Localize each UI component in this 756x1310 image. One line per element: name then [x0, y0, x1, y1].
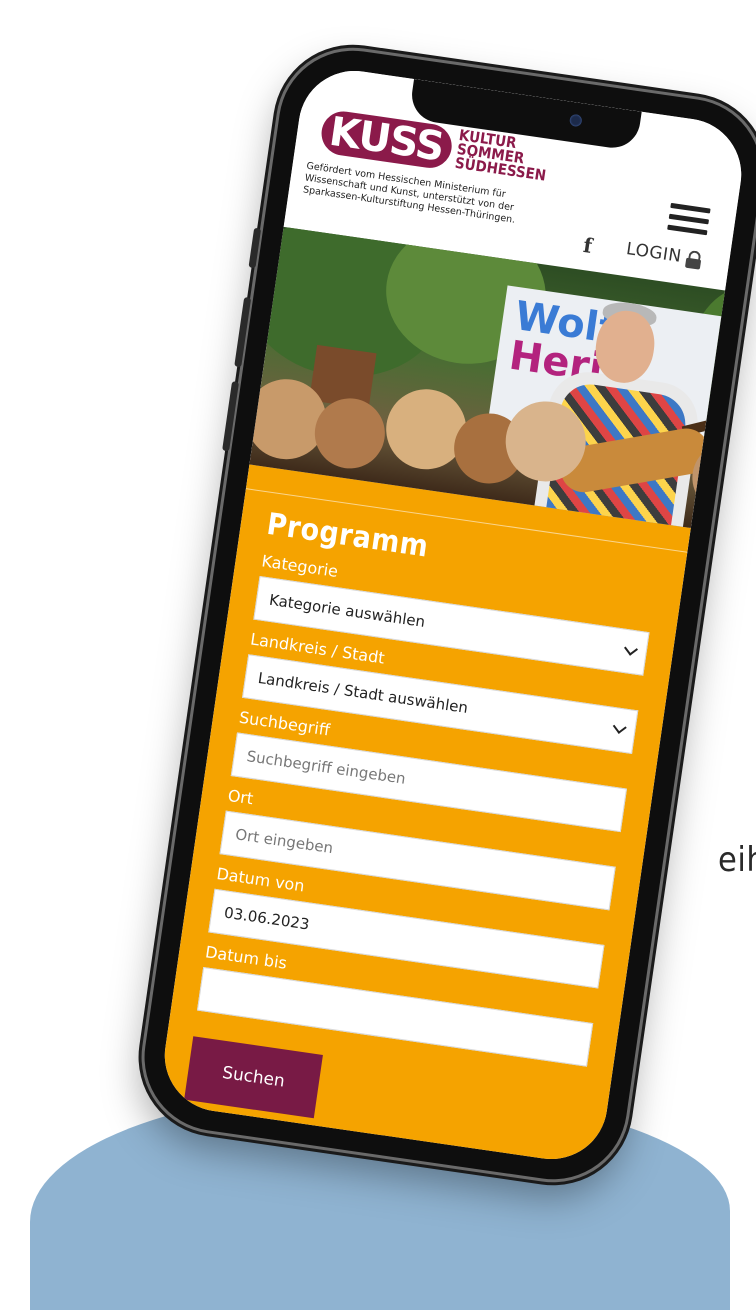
phone-screen: KUSS KULTUR SOMMER SÜDHESSEN Gefördert v… [157, 63, 749, 1167]
facebook-icon[interactable]: f [582, 233, 594, 258]
chevron-down-icon [624, 641, 639, 656]
background-text-fragment: eih [718, 840, 756, 880]
phone-side-button [234, 296, 252, 368]
phone-mockup: KUSS KULTUR SOMMER SÜDHESSEN Gefördert v… [134, 40, 756, 1190]
login-link[interactable]: LOGIN [625, 239, 703, 270]
category-select-value: Kategorie auswählen [268, 590, 427, 631]
region-select-value: Landkreis / Stadt auswählen [256, 668, 470, 717]
phone-side-button [222, 381, 240, 452]
login-label: LOGIN [624, 239, 683, 267]
hamburger-menu-icon[interactable] [667, 202, 711, 236]
program-search-panel: Programm Kategorie Kategorie auswählen L… [157, 464, 691, 1167]
lock-icon [685, 249, 702, 270]
phone-side-button [248, 227, 262, 269]
search-button[interactable]: Suchen [184, 1036, 323, 1119]
chevron-down-icon [612, 719, 627, 734]
front-camera-icon [568, 113, 583, 128]
